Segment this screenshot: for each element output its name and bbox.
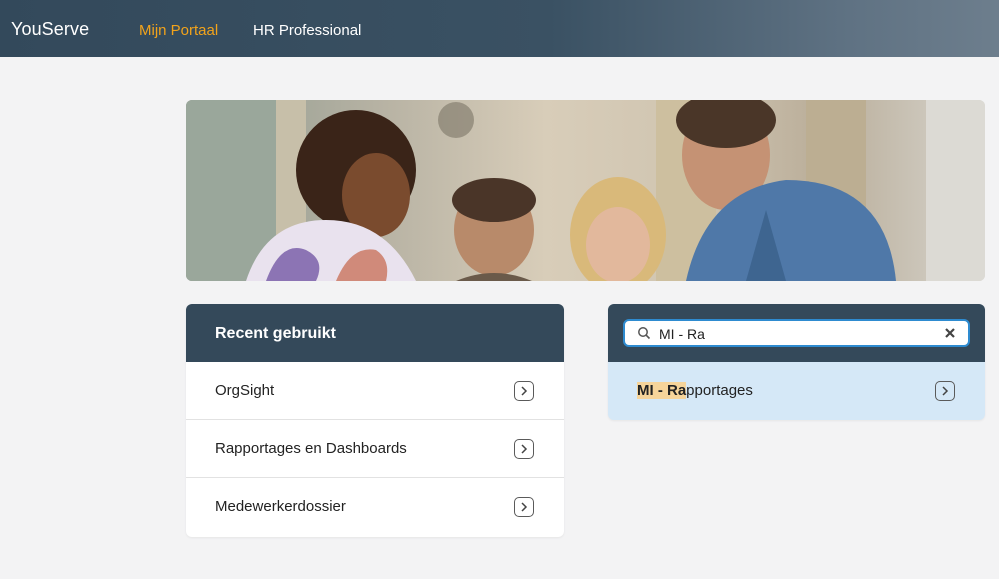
list-item-label: Rapportages en Dashboards <box>215 440 407 457</box>
chevron-right-icon[interactable] <box>514 439 534 459</box>
top-navigation-bar: YouServe Mijn Portaal HR Professional <box>0 0 999 57</box>
search-header <box>608 304 985 362</box>
result-label-rest: pportages <box>686 382 753 399</box>
chevron-right-icon[interactable] <box>935 381 955 401</box>
list-item-medewerkerdossier[interactable]: Medewerkerdossier <box>186 478 564 536</box>
brand-logo[interactable]: YouServe <box>11 19 89 40</box>
recent-card-title: Recent gebruikt <box>186 304 564 362</box>
list-item-rapportages[interactable]: Rapportages en Dashboards <box>186 420 564 478</box>
search-result-mi-rapportages[interactable]: MI - Rapportages <box>608 362 985 420</box>
result-match-highlight: MI - Ra <box>637 382 687 399</box>
list-item-label: OrgSight <box>215 382 275 399</box>
search-input[interactable] <box>659 325 939 343</box>
search-icon <box>637 326 651 345</box>
nav-mijn-portaal[interactable]: Mijn Portaal <box>139 22 218 39</box>
recent-used-card: Recent gebruikt OrgSight Rapportages en … <box>186 304 564 537</box>
list-item-label: Medewerkerdossier <box>215 498 346 515</box>
list-item-orgsight[interactable]: OrgSight <box>186 362 564 420</box>
search-box[interactable] <box>623 319 970 347</box>
nav-hr-professional[interactable]: HR Professional <box>253 22 361 39</box>
clear-search-icon[interactable] <box>943 326 957 345</box>
hero-image <box>186 100 985 281</box>
chevron-right-icon[interactable] <box>514 381 534 401</box>
search-card: MI - Rapportages <box>608 304 985 420</box>
chevron-right-icon[interactable] <box>514 497 534 517</box>
